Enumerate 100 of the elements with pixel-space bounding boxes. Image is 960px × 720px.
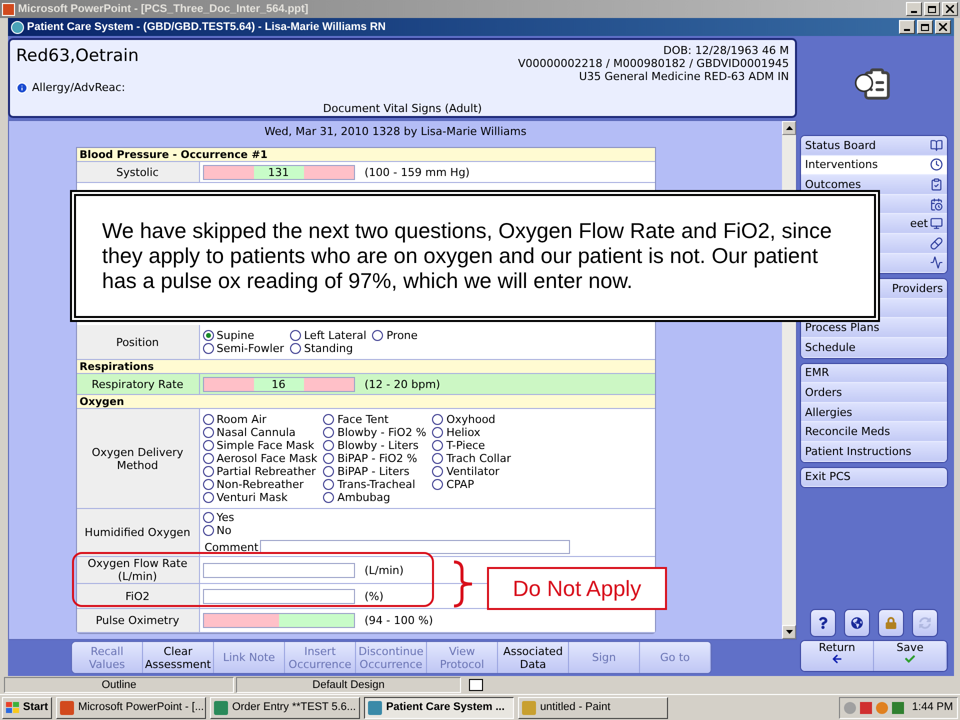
sidebar-item[interactable]: Interventions [801, 156, 947, 176]
radio-label: BiPAP - Liters [337, 465, 410, 478]
radio-button[interactable] [290, 330, 301, 341]
radio-label: Nasal Cannula [216, 426, 296, 439]
minimize-icon[interactable] [899, 20, 915, 34]
taskbar-button[interactable]: Order Entry **TEST 5.6... [210, 696, 360, 718]
sidebar-item[interactable]: Exit PCS [801, 468, 947, 488]
radio-button[interactable] [432, 479, 444, 490]
radio-button[interactable] [432, 453, 444, 464]
scroll-down-button[interactable] [782, 625, 796, 639]
start-button[interactable]: Start [2, 696, 52, 718]
comment-field[interactable] [260, 540, 570, 554]
taskbar-button[interactable]: untitled - Paint [518, 696, 668, 718]
radio-button[interactable] [323, 427, 334, 438]
minimize-icon[interactable] [906, 2, 922, 16]
radio-button[interactable] [202, 427, 214, 438]
unit-text: U35 General Medicine RED-63 ADM IN [578, 70, 789, 83]
radio-button[interactable] [323, 466, 334, 477]
clipboard-check-icon [930, 178, 943, 191]
sidebar-item[interactable]: EMR [801, 364, 947, 384]
taskbar-button[interactable]: Microsoft PowerPoint - [... [56, 696, 206, 718]
value-field[interactable]: 131 [202, 164, 354, 180]
radio-button[interactable] [202, 330, 214, 341]
radio-button[interactable] [323, 479, 334, 490]
radio-label: T-Piece [446, 439, 486, 452]
radio-button[interactable] [202, 414, 214, 425]
range-text: (100 - 159 mm Hg) [364, 166, 470, 178]
radio-button[interactable] [202, 492, 214, 503]
radio-button[interactable] [290, 343, 301, 354]
tool-button[interactable] [878, 609, 904, 637]
taskbar-button[interactable]: Patient Care System ... [364, 696, 514, 718]
sidebar-item[interactable]: Orders [801, 383, 947, 403]
radio-button[interactable] [323, 440, 334, 451]
value-field[interactable] [202, 613, 354, 628]
close-icon[interactable] [942, 2, 958, 16]
radio-label: Semi-Fowler [216, 342, 284, 355]
sidebar-item[interactable]: Schedule [801, 338, 947, 358]
radio-button[interactable] [432, 440, 444, 451]
value-field[interactable] [202, 562, 354, 578]
radio-button[interactable] [432, 466, 444, 477]
tray-app-icon [892, 702, 904, 714]
globe-icon [851, 617, 863, 629]
help-icon [817, 617, 829, 629]
radio-label: Partial Rebreather [216, 465, 316, 478]
document-title: Document Vital Signs (Adult) [323, 102, 482, 115]
radio-label: Ventilator [446, 465, 500, 478]
maximize-icon[interactable] [924, 2, 940, 16]
spellcheck-icon [469, 679, 483, 691]
nav-button[interactable]: Save [874, 641, 947, 671]
action-button[interactable]: Clear Assessment [143, 642, 214, 673]
radio-button[interactable] [202, 512, 214, 523]
sidebar-item[interactable]: Reconcile Meds [801, 422, 947, 442]
radio-label: Room Air [216, 413, 266, 426]
close-icon[interactable] [935, 20, 951, 34]
app-icon [2, 2, 15, 16]
range-text: (12 - 20 bpm) [364, 378, 440, 390]
section-header: Blood Pressure - Occurrence #1 [76, 148, 654, 162]
field-label: Respiratory Rate [90, 376, 184, 392]
allergy-label: Allergy/AdvReac: [32, 81, 126, 94]
scroll-up-button[interactable] [782, 121, 796, 135]
radio-label: Venturi Mask [216, 491, 288, 504]
radio-label: CPAP [446, 478, 474, 491]
radio-button[interactable] [202, 466, 214, 477]
status-pane: Outline [4, 677, 234, 693]
nav-button[interactable]: Return [801, 641, 874, 671]
action-button[interactable]: Associated Data [498, 642, 569, 673]
radio-button[interactable] [432, 427, 444, 438]
sidebar-item[interactable]: Allergies [801, 402, 947, 422]
annotation-label: Do Not Apply [487, 567, 667, 610]
radio-button[interactable] [432, 414, 444, 425]
tray-app-icon [860, 702, 872, 714]
tray-app-icon [876, 702, 888, 714]
tool-button[interactable] [844, 609, 870, 637]
sidebar-item[interactable]: Status Board [801, 136, 947, 156]
radio-label: Prone [386, 329, 418, 342]
field-label: FiO2 [76, 584, 198, 608]
radio-label: Standing [304, 342, 354, 355]
radio-label: Ambubag [337, 491, 390, 504]
sidebar-item[interactable]: Patient Instructions [801, 442, 947, 462]
status-pane: Default Design [236, 677, 461, 693]
radio-button[interactable] [202, 525, 214, 536]
radio-button[interactable] [202, 343, 214, 354]
id-text: V00000002218 / M000980182 / GBDVID0001945 [518, 57, 789, 70]
maximize-icon[interactable] [917, 20, 933, 34]
tray-app-icon [844, 702, 856, 714]
radio-button[interactable] [372, 330, 384, 341]
tool-button[interactable] [810, 609, 836, 637]
radio-label: Heliox [446, 426, 480, 439]
radio-button[interactable] [202, 440, 214, 451]
unit-text: (L/min) [364, 564, 404, 576]
radio-button[interactable] [323, 492, 334, 503]
radio-button[interactable] [202, 479, 214, 490]
radio-button[interactable] [323, 453, 334, 464]
unit-text: (%) [364, 590, 384, 602]
value-field[interactable]: 16 [202, 376, 354, 392]
radio-button[interactable] [323, 414, 334, 425]
radio-button[interactable] [202, 453, 214, 464]
radio-label: BiPAP - FiO2 % [337, 452, 418, 465]
value-field[interactable] [202, 588, 354, 604]
form-header: Wed, Mar 31, 2010 1328 by Lisa-Marie Williams [264, 125, 526, 140]
